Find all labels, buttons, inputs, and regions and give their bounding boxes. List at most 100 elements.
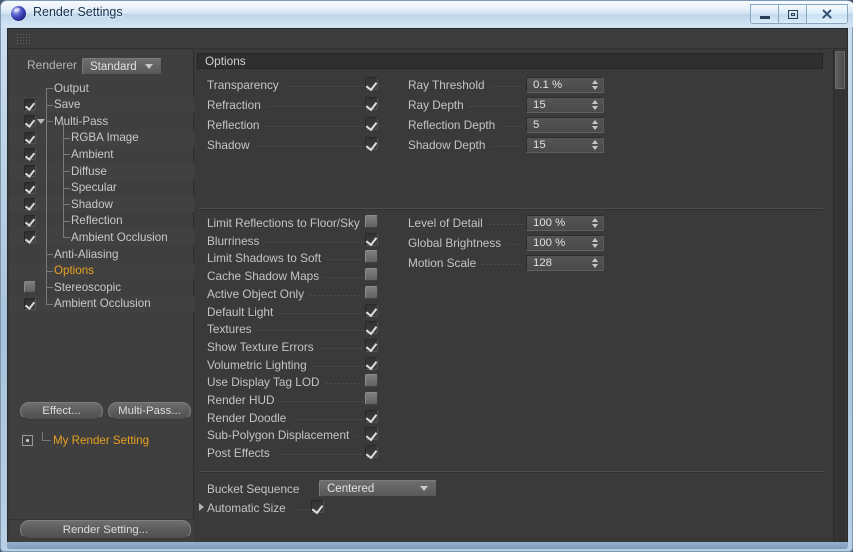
tree-item-checkbox[interactable] xyxy=(24,297,36,310)
option-checkbox[interactable] xyxy=(365,97,378,111)
tree-item-reflection[interactable]: Reflection xyxy=(9,213,194,229)
spinner-arrows-icon[interactable] xyxy=(589,98,601,112)
spinner-arrows-icon[interactable] xyxy=(589,118,601,132)
number-input[interactable]: 128 xyxy=(526,255,604,272)
tree-item-checkbox[interactable] xyxy=(24,165,36,177)
tree-item-checkbox[interactable] xyxy=(24,198,36,211)
option-checkbox[interactable] xyxy=(365,137,378,151)
tree-item-checkbox[interactable] xyxy=(24,98,36,111)
window-frame: Render Settings Renderer Standard Output… xyxy=(0,0,853,552)
renderer-dropdown[interactable]: Standard xyxy=(82,58,162,75)
number-input[interactable]: 5 xyxy=(526,117,604,134)
option-row-post-effects[interactable]: Post Effects xyxy=(207,443,397,463)
spinner-arrows-icon[interactable] xyxy=(589,78,601,92)
active-render-setting-row[interactable]: My Render Setting xyxy=(9,432,194,449)
tree-item-multi-pass[interactable]: Multi-Pass xyxy=(9,113,194,129)
option-checkbox[interactable] xyxy=(365,392,378,405)
vertical-scrollbar[interactable] xyxy=(833,50,846,545)
automatic-size-checkbox[interactable] xyxy=(311,500,324,513)
drag-grip-icon[interactable] xyxy=(16,33,31,45)
option-checkbox[interactable] xyxy=(365,303,378,317)
leader-dots xyxy=(354,436,363,438)
option-row-transparency[interactable]: Transparency xyxy=(207,75,397,95)
content-area: Renderer Standard Output Save Multi-Pass RG… xyxy=(7,28,848,546)
tree-item-checkbox[interactable] xyxy=(24,131,36,144)
field-label: Shadow Depth xyxy=(408,138,486,153)
option-checkbox[interactable] xyxy=(365,409,378,423)
field-row-reflection-depth[interactable]: Reflection Depth 5 xyxy=(408,115,638,135)
number-input[interactable]: 15 xyxy=(526,137,604,154)
spinner-arrows-icon[interactable] xyxy=(589,138,601,152)
number-input[interactable]: 100 % xyxy=(526,215,604,231)
tree-item-checkbox[interactable] xyxy=(24,181,36,194)
tree-item-checkbox[interactable] xyxy=(24,148,36,161)
tree-item-options[interactable]: Options xyxy=(9,262,194,279)
spinner-arrows-icon[interactable] xyxy=(589,216,601,230)
field-row-global-brightness[interactable]: Global Brightness 100 % xyxy=(408,233,638,253)
close-button[interactable] xyxy=(806,4,848,24)
leader-dots xyxy=(500,126,523,128)
option-checkbox[interactable] xyxy=(365,427,378,441)
maximize-button[interactable] xyxy=(778,4,806,24)
tree-item-output[interactable]: Output xyxy=(9,80,194,96)
leader-dots xyxy=(324,383,363,385)
chevron-down-icon[interactable] xyxy=(37,119,45,125)
tree-item-checkbox[interactable] xyxy=(24,231,36,244)
multi-pass-button[interactable]: Multi-Pass... xyxy=(108,402,191,420)
option-checkbox[interactable] xyxy=(365,117,378,131)
spinner-arrows-icon[interactable] xyxy=(589,256,601,270)
leader-dots xyxy=(489,86,523,87)
tree-item-checkbox[interactable] xyxy=(24,281,36,294)
option-checkbox[interactable] xyxy=(365,338,378,352)
field-row-ray-depth[interactable]: Ray Depth 15 xyxy=(408,95,638,115)
leader-dots xyxy=(311,365,363,367)
field-row-motion-scale[interactable]: Motion Scale 128 xyxy=(408,253,638,273)
tree-item-specular[interactable]: Specular xyxy=(9,180,194,196)
option-checkbox[interactable] xyxy=(365,285,378,299)
renderer-label: Renderer xyxy=(27,58,78,72)
title-bar[interactable]: Render Settings xyxy=(1,1,853,27)
option-checkbox[interactable] xyxy=(365,232,378,246)
option-checkbox[interactable] xyxy=(365,268,378,282)
tree-item-label: Shadow xyxy=(71,197,113,211)
spinner-arrows-icon[interactable] xyxy=(589,236,601,250)
render-setting-button[interactable]: Render Setting... xyxy=(20,520,191,539)
tree-item-checkbox[interactable] xyxy=(24,115,36,128)
number-input[interactable]: 15 xyxy=(526,97,604,114)
option-checkbox[interactable] xyxy=(365,250,378,264)
tree-item-label: Ambient Occlusion xyxy=(71,230,168,244)
tree-item-ambient[interactable]: Ambient xyxy=(9,146,194,162)
tree-item-diffuse[interactable]: Diffuse xyxy=(9,163,194,179)
minimize-button[interactable] xyxy=(750,4,778,24)
tree-item-checkbox[interactable] xyxy=(24,214,36,227)
tree-connector xyxy=(46,121,53,123)
number-input[interactable]: 0.1 % xyxy=(526,77,604,93)
tree-item-anti-aliasing[interactable]: Anti-Aliasing xyxy=(9,246,194,262)
tree-item-stereoscopic[interactable]: Stereoscopic xyxy=(9,279,194,295)
option-row-shadow[interactable]: Shadow xyxy=(207,135,397,155)
tree-item-rgba-image[interactable]: RGBA Image xyxy=(9,129,194,146)
number-input[interactable]: 100 % xyxy=(526,235,604,252)
option-checkbox[interactable] xyxy=(365,445,378,459)
bucket-sequence-dropdown[interactable]: Centered xyxy=(319,480,437,497)
tree-item-shadow[interactable]: Shadow xyxy=(9,196,194,213)
field-row-ray-threshold[interactable]: Ray Threshold 0.1 % xyxy=(408,75,638,95)
scrollbar-thumb[interactable] xyxy=(835,51,845,89)
tree-item-ambient-occlusion[interactable]: Ambient Occlusion xyxy=(9,295,194,312)
option-row-reflection[interactable]: Reflection xyxy=(207,115,397,135)
field-row-level-of-detail[interactable]: Level of Detail 100 % xyxy=(408,213,638,233)
option-checkbox[interactable] xyxy=(365,321,378,335)
option-checkbox[interactable] xyxy=(365,356,378,370)
option-checkbox[interactable] xyxy=(365,77,378,90)
option-row-refraction[interactable]: Refraction xyxy=(207,95,397,115)
option-checkbox[interactable] xyxy=(365,215,378,228)
field-row-shadow-depth[interactable]: Shadow Depth 15 xyxy=(408,135,638,155)
effect-button[interactable]: Effect... xyxy=(20,402,103,420)
check-icon xyxy=(24,165,36,177)
render-setting-target-icon[interactable] xyxy=(22,435,33,446)
tree-item-ambient-occlusion[interactable]: Ambient Occlusion xyxy=(9,229,194,246)
expander-right-icon[interactable] xyxy=(199,503,204,511)
option-checkbox[interactable] xyxy=(365,374,378,388)
render-settings-tree[interactable]: Output Save Multi-Pass RGBA Image Ambient Dif… xyxy=(9,80,194,365)
tree-item-save[interactable]: Save xyxy=(9,96,194,113)
